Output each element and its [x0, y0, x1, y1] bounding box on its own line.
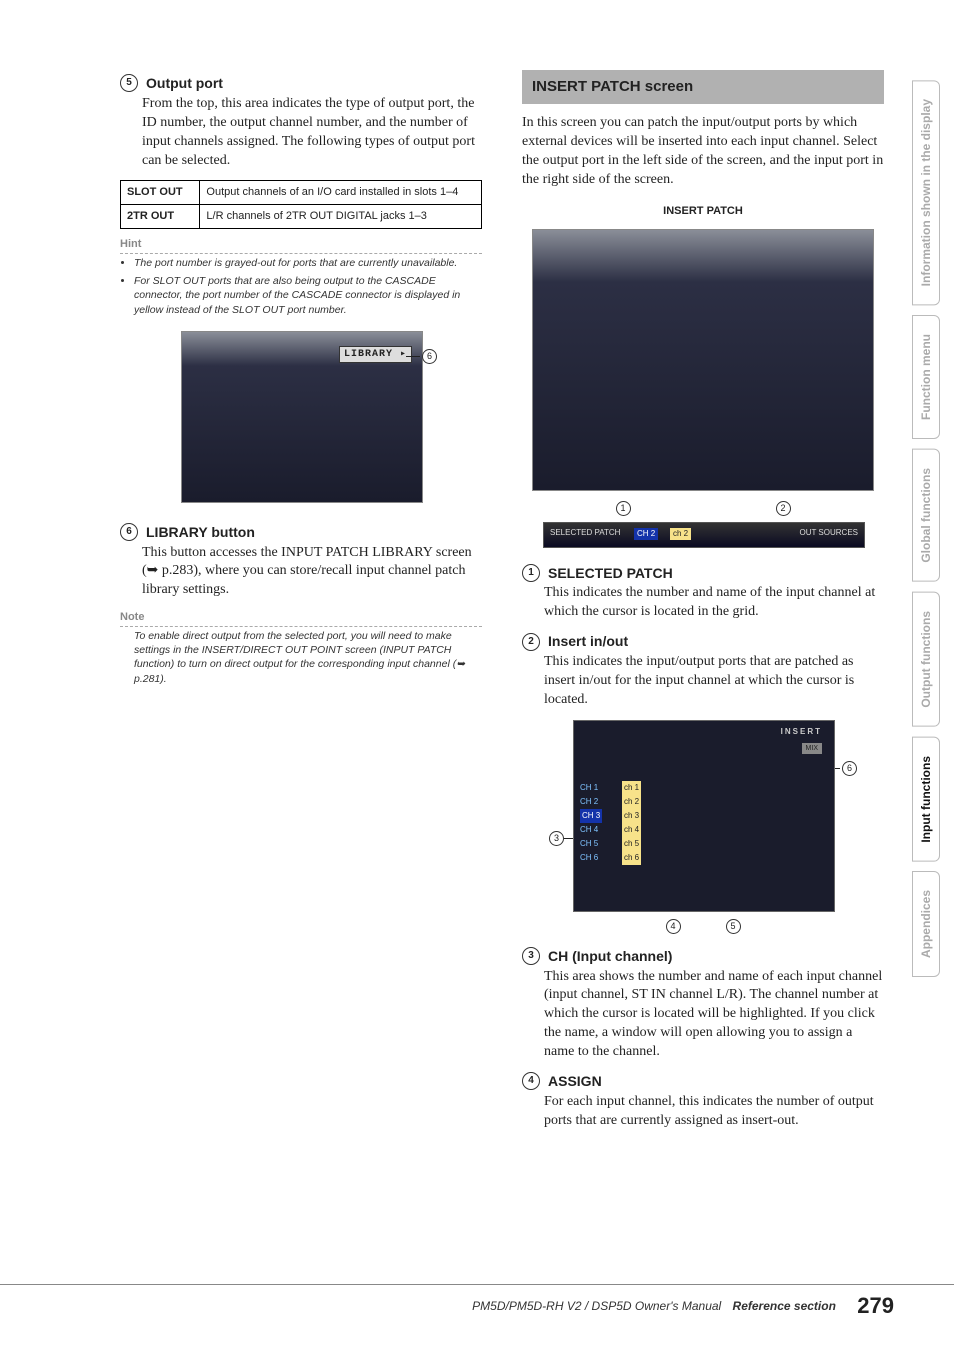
insert-grid-figure: 3 6 INSERT MIX CH 1 CH 2 CH 3 CH 4 CH 5 … — [573, 720, 833, 912]
insert-io-desc: This indicates the input/output ports th… — [544, 653, 884, 710]
callout-number-4: 4 — [522, 1072, 540, 1090]
callout-number-5: 5 — [120, 74, 138, 92]
note-label: Note — [120, 610, 482, 627]
callout-number-6: 6 — [120, 523, 138, 541]
selected-patch-label: SELECTED PATCH — [550, 528, 620, 539]
grid-ch-row: CH 6 — [580, 851, 602, 865]
tab-output-functions[interactable]: Output functions — [912, 592, 940, 727]
callout-row-4-5: 4 5 — [573, 916, 833, 935]
mix-label: MIX — [802, 743, 822, 754]
hint-list: The port number is grayed-out for ports … — [120, 256, 482, 317]
insert-patch-intro: In this screen you can patch the input/o… — [522, 114, 884, 190]
assign-title: ASSIGN — [546, 1072, 602, 1091]
tab-information-shown[interactable]: Information shown in the display — [912, 80, 940, 305]
hint-item: For SLOT OUT ports that are also being o… — [134, 274, 482, 317]
grid-assign-row: ch 6 — [622, 851, 641, 865]
library-desc: This button accesses the INPUT PATCH LIB… — [142, 544, 482, 601]
library-button-in-figure: LIBRARY ▸ — [339, 346, 412, 364]
library-heading: 6 LIBRARY button — [120, 523, 482, 542]
port-val: Output channels of an I/O card installed… — [200, 181, 482, 205]
output-port-table: SLOT OUT Output channels of an I/O card … — [120, 180, 482, 229]
selected-patch-title: SELECTED PATCH — [546, 564, 673, 583]
selected-patch-bar-figure: SELECTED PATCH CH 2 ch 2 OUT SOURCES — [543, 522, 863, 548]
ch-input-desc: This area shows the number and name of e… — [544, 968, 884, 1062]
table-row: 2TR OUT L/R channels of 2TR OUT DIGITAL … — [121, 205, 482, 229]
library-figure: LIBRARY ▸ 6 — [181, 331, 421, 503]
right-column: INSERT PATCH screen In this screen you c… — [522, 70, 884, 1141]
ch-input-heading: 3 CH (Input channel) — [522, 947, 884, 966]
insert-patch-banner: INSERT PATCH screen — [522, 70, 884, 104]
insert-io-heading: 2 Insert in/out — [522, 632, 884, 651]
section-tabs: Information shown in the display Functio… — [912, 80, 940, 977]
insert-label: INSERT — [781, 727, 822, 738]
selected-patch-chbox: ch 2 — [670, 528, 691, 541]
left-column: 5 Output port From the top, this area in… — [120, 70, 482, 1141]
callout-number-2: 2 — [522, 633, 540, 651]
page-number: 279 — [857, 1293, 894, 1318]
tab-appendices[interactable]: Appendices — [912, 871, 940, 977]
port-key: SLOT OUT — [121, 181, 200, 205]
callout-number-2: 2 — [776, 501, 791, 516]
output-port-desc: From the top, this area indicates the ty… — [142, 95, 482, 171]
callout-number-4: 4 — [666, 919, 681, 934]
selected-patch-heading: 1 SELECTED PATCH — [522, 564, 884, 583]
table-row: SLOT OUT Output channels of an I/O card … — [121, 181, 482, 205]
selected-patch-desc: This indicates the number and name of th… — [544, 584, 884, 622]
out-sources-label: OUT SOURCES — [799, 528, 858, 539]
callout-number-1: 1 — [522, 564, 540, 582]
tab-global-functions[interactable]: Global functions — [912, 449, 940, 582]
tab-function-menu[interactable]: Function menu — [912, 315, 940, 439]
page-footer: PM5D/PM5D-RH V2 / DSP5D Owner's Manual R… — [0, 1284, 954, 1319]
footer-model: PM5D/PM5D-RH V2 / DSP5D Owner's Manual — [472, 1299, 721, 1313]
callout-number-3: 3 — [522, 947, 540, 965]
grid-assign-row: ch 2 — [622, 795, 641, 809]
port-key: 2TR OUT — [121, 205, 200, 229]
insert-grid: INSERT MIX CH 1 CH 2 CH 3 CH 4 CH 5 CH 6… — [573, 720, 835, 912]
callout-number-1: 1 — [616, 501, 631, 516]
callout-number-6: 6 — [842, 761, 857, 776]
assign-desc: For each input channel, this indicates t… — [544, 1093, 884, 1131]
grid-assign-column: ch 1 ch 2 ch 3 ch 4 ch 5 ch 6 — [622, 781, 641, 865]
tab-input-functions[interactable]: Input functions — [912, 737, 940, 862]
library-title: LIBRARY button — [144, 523, 255, 542]
leader-line-icon — [406, 356, 420, 357]
port-val: L/R channels of 2TR OUT DIGITAL jacks 1–… — [200, 205, 482, 229]
insert-patch-screenshot — [532, 229, 874, 491]
grid-ch-column: CH 1 CH 2 CH 3 CH 4 CH 5 CH 6 — [580, 781, 602, 865]
grid-assign-row: ch 5 — [622, 837, 641, 851]
insert-patch-heading: INSERT PATCH — [522, 204, 884, 219]
callout-number-3: 3 — [549, 831, 564, 846]
callout-row-1-2: 1 2 — [543, 499, 863, 518]
footer-section: Reference section — [733, 1299, 836, 1313]
callout-number-6: 6 — [422, 349, 437, 364]
grid-assign-row: ch 4 — [622, 823, 641, 837]
grid-ch-row: CH 4 — [580, 823, 602, 837]
manual-page: 5 Output port From the top, this area in… — [0, 0, 954, 1351]
callout-number-5: 5 — [726, 919, 741, 934]
two-column-layout: 5 Output port From the top, this area in… — [120, 70, 884, 1141]
assign-heading: 4 ASSIGN — [522, 1072, 884, 1091]
output-port-heading: 5 Output port — [120, 74, 482, 93]
library-button-label: LIBRARY — [344, 349, 393, 360]
selected-patch-ch: CH 2 — [634, 528, 658, 541]
insert-io-title: Insert in/out — [546, 632, 628, 651]
grid-ch-row: CH 5 — [580, 837, 602, 851]
note-body: To enable direct output from the selecte… — [134, 629, 482, 686]
grid-assign-row: ch 1 — [622, 781, 641, 795]
selected-patch-bar: SELECTED PATCH CH 2 ch 2 OUT SOURCES — [543, 522, 865, 548]
grid-assign-row: ch 3 — [622, 809, 641, 823]
grid-ch-row: CH 3 — [580, 809, 602, 823]
hint-label: Hint — [120, 237, 482, 254]
hint-item: The port number is grayed-out for ports … — [134, 256, 482, 270]
ch-input-title: CH (Input channel) — [546, 947, 672, 966]
library-screenshot: LIBRARY ▸ — [181, 331, 423, 503]
grid-ch-row: CH 2 — [580, 795, 602, 809]
output-port-title: Output port — [144, 74, 223, 93]
callout-6: 6 — [406, 349, 437, 364]
grid-ch-row: CH 1 — [580, 781, 602, 795]
